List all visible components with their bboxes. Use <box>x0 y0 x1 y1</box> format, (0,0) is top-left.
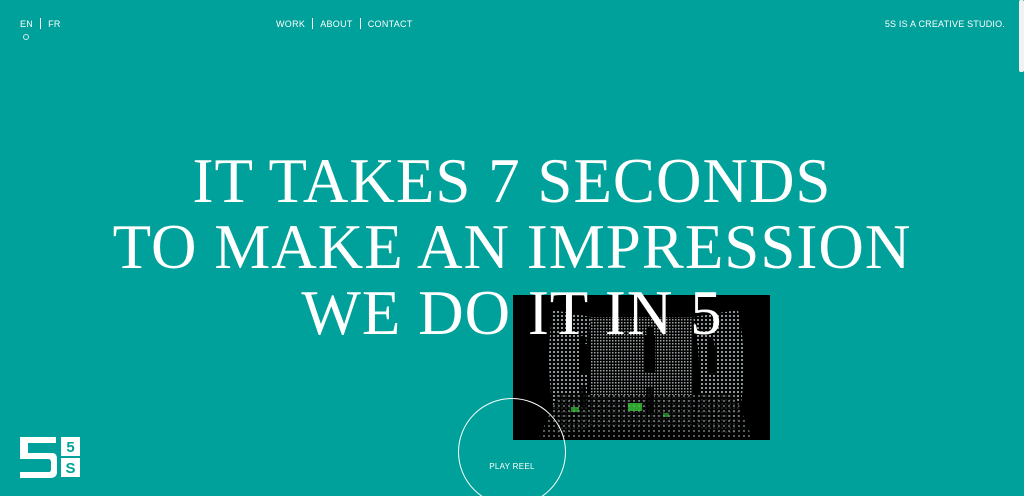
play-reel-button[interactable]: PLAY REEL <box>458 398 566 496</box>
nav-item-work[interactable]: WORK <box>276 19 305 29</box>
main-nav: WORK ABOUT CONTACT <box>276 18 413 29</box>
lang-fr-link[interactable]: FR <box>48 19 61 29</box>
logo-glyph-5: 5 <box>66 439 74 456</box>
nav-item-contact[interactable]: CONTACT <box>368 19 413 29</box>
hero-line-1: IT TAKES 7 SECONDS <box>192 146 832 216</box>
lang-en-link[interactable]: EN <box>20 19 33 29</box>
logo-graphic: 5 S <box>20 437 80 478</box>
divider <box>359 18 361 29</box>
hero-line-3: WE DO IT IN 5 <box>301 278 723 348</box>
language-switcher: EN FR <box>20 18 61 29</box>
hero-line-2: TO MAKE AN IMPRESSION <box>112 212 912 282</box>
divider <box>40 18 42 29</box>
nav-item-about[interactable]: ABOUT <box>320 19 353 29</box>
play-reel-label: PLAY REEL <box>489 462 535 471</box>
5s-logo-icon[interactable]: 5 S <box>19 436 81 478</box>
studio-tagline: 5S IS A CREATIVE STUDIO. <box>884 19 1005 29</box>
logo-glyph-s: S <box>65 460 75 477</box>
circle-dot-icon <box>23 34 29 40</box>
divider <box>312 18 314 29</box>
hero-headline: IT TAKES 7 SECONDS TO MAKE AN IMPRESSION… <box>0 148 1024 346</box>
scrollbar-thumb[interactable] <box>1019 0 1024 72</box>
